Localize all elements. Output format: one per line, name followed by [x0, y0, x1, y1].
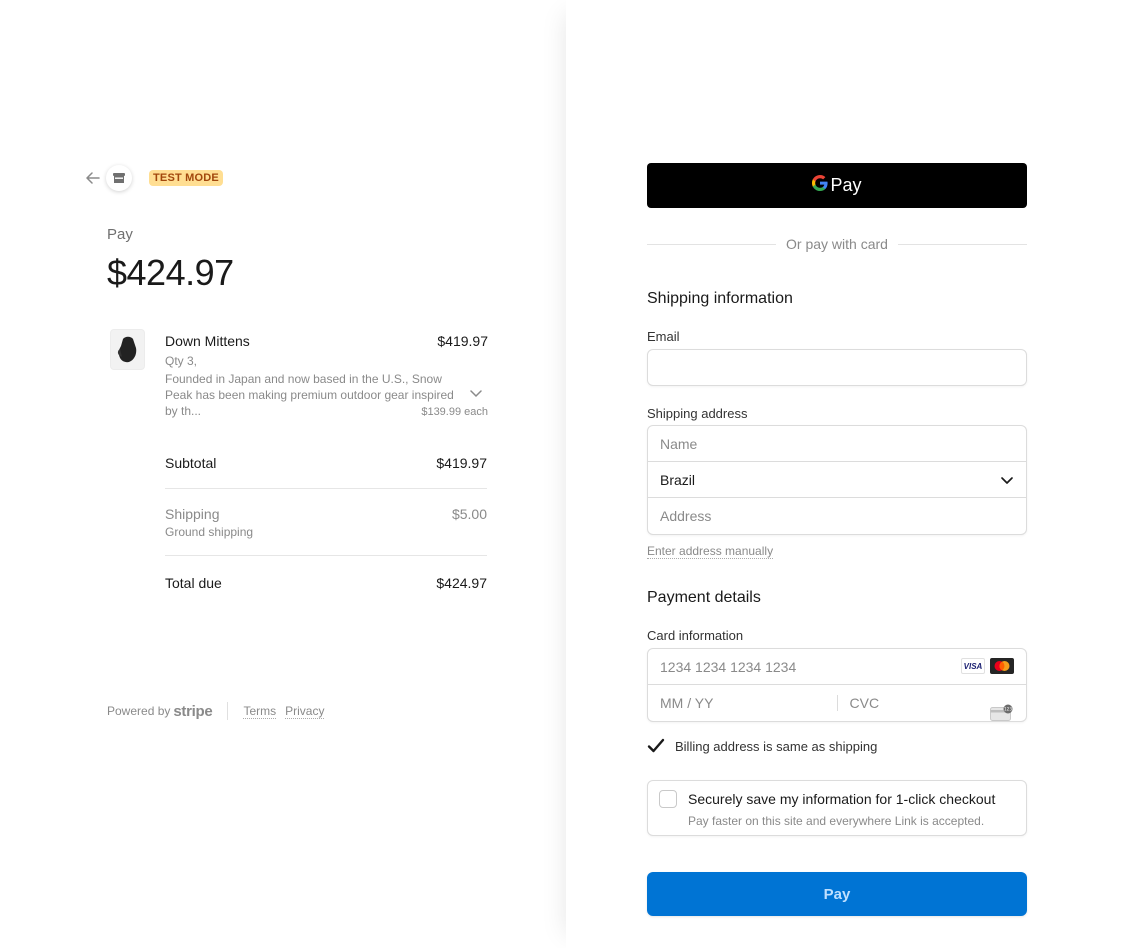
email-label: Email [647, 329, 680, 344]
shipping-label: Shipping [165, 506, 220, 522]
enter-address-manually-link[interactable]: Enter address manually [647, 544, 774, 559]
order-summary-panel: TEST MODE Pay $424.97 Down Mittens $419.… [0, 0, 566, 948]
total-value: $424.97 [436, 575, 487, 591]
checkmark-icon[interactable] [647, 737, 665, 755]
shipping-information-title: Shipping information [647, 290, 793, 307]
footer-separator [227, 702, 229, 720]
shipping-address-label: Shipping address [647, 406, 748, 421]
expiry-cvc-row: 123 [648, 685, 1026, 721]
name-field[interactable] [648, 426, 1026, 461]
address-row [648, 498, 1026, 534]
item-quantity: Qty 3, [165, 354, 198, 368]
total-label: Total due [165, 575, 222, 591]
pay-amount: $424.97 [107, 252, 234, 293]
stripe-logo[interactable]: stripe [173, 703, 212, 720]
google-g-icon [812, 175, 829, 196]
arrow-left-icon[interactable] [84, 169, 102, 187]
item-price: $419.97 [437, 333, 488, 349]
shipping-row: Shipping $5.00 [165, 506, 487, 522]
payment-details-title: Payment details [647, 589, 761, 606]
card-information-label: Card information [647, 628, 744, 643]
subtotal-value: $419.97 [436, 455, 487, 471]
store-icon[interactable] [106, 165, 132, 191]
or-pay-with-card-text: Or pay with card [786, 236, 888, 252]
save-info-title: Securely save my information for 1-click… [688, 791, 996, 807]
google-pay-label: Pay [830, 175, 862, 195]
or-divider: Or pay with card [647, 236, 1027, 252]
shipping-address-group: Brazil [647, 425, 1027, 535]
shipping-value: $5.00 [451, 506, 487, 522]
subtotal-label: Subtotal [165, 455, 217, 471]
email-field-wrapper [647, 349, 1027, 386]
test-mode-badge: TEST MODE [149, 170, 223, 186]
footer: Powered by stripe Terms Privacy [107, 702, 333, 720]
expiry-field[interactable] [648, 695, 837, 711]
chevron-down-icon[interactable] [470, 385, 484, 399]
save-info-checkbox[interactable] [659, 790, 677, 808]
divider [165, 555, 487, 556]
country-value: Brazil [660, 471, 696, 488]
cvc-card-icon: 123 [990, 704, 1014, 721]
google-pay-button[interactable]: Pay [647, 163, 1027, 208]
svg-text:123: 123 [1004, 707, 1012, 712]
email-field[interactable] [648, 350, 1026, 385]
item-unit-price: $139.99 each [421, 406, 488, 418]
billing-same-checkbox-row[interactable]: Billing address is same as shipping [647, 737, 877, 755]
privacy-link[interactable]: Privacy [285, 704, 325, 719]
powered-by-text: Powered by [107, 704, 171, 718]
shipping-method-row: Ground shipping [165, 525, 487, 539]
save-info-subtitle: Pay faster on this site and everywhere L… [688, 814, 985, 828]
pay-button[interactable]: Pay [647, 872, 1027, 916]
summary-header: TEST MODE [84, 163, 223, 193]
link-save-box: Securely save my information for 1-click… [647, 780, 1027, 836]
terms-link[interactable]: Terms [243, 704, 277, 719]
item-name: Down Mittens [165, 333, 250, 349]
cvc-cell: 123 [836, 695, 1026, 721]
divider-line [647, 243, 777, 245]
card-brands: VISA [961, 658, 1014, 674]
divider-line [897, 243, 1027, 245]
shipping-method: Ground shipping [165, 525, 254, 539]
card-information-group: VISA 123 [647, 648, 1027, 722]
expiry-cell [648, 695, 837, 711]
name-row [648, 426, 1026, 462]
billing-same-label: Billing address is same as shipping [675, 738, 878, 754]
divider [165, 488, 487, 489]
mastercard-icon [990, 658, 1014, 674]
address-field[interactable] [648, 498, 1026, 534]
country-select[interactable]: Brazil [648, 462, 1026, 498]
chevron-down-icon [1000, 473, 1014, 487]
item-description: Founded in Japan and now based in the U.… [165, 372, 454, 418]
product-thumbnail [110, 329, 145, 370]
pay-label: Pay [107, 226, 133, 243]
total-row: Total due $424.97 [165, 575, 487, 591]
card-number-row: VISA [648, 649, 1026, 685]
visa-icon: VISA [961, 658, 985, 674]
subtotal-row: Subtotal $419.97 [165, 455, 487, 471]
